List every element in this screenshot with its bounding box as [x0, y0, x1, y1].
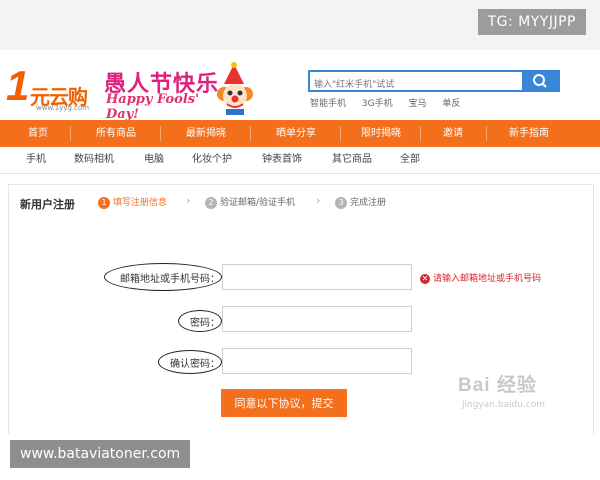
baidu-watermark-url: jingyan.baidu.com — [462, 400, 546, 410]
nav-divider — [420, 126, 421, 141]
nav-item-guide[interactable]: 新手指南 — [492, 120, 566, 147]
page-title: 新用户注册 — [20, 198, 75, 211]
step-label: 填写注册信息 — [113, 198, 168, 208]
nav-item-limited[interactable]: 限时揭晓 — [346, 120, 416, 147]
category-phones[interactable]: 手机 — [26, 147, 46, 173]
registration-steps — [8, 184, 594, 221]
hot-word[interactable]: 宝马 — [408, 99, 426, 109]
category-nav: 手机 数码相机 电脑 化妆个护 钟表首饰 其它商品 全部 — [0, 147, 600, 174]
password-label: 密码： — [190, 318, 220, 329]
category-cosmetics[interactable]: 化妆个护 — [192, 147, 232, 173]
step-2: 2 验证邮箱/验证手机 — [205, 195, 295, 209]
watermark-bottom: www.bataviatoner.com — [10, 440, 191, 468]
step-number: 1 — [98, 196, 110, 209]
step-3: 3 完成注册 — [335, 195, 386, 209]
error-text: 请输入邮箱地址或手机号码 — [433, 274, 542, 284]
step-number: 2 — [205, 196, 217, 209]
logo-url: www.1yyg.com — [36, 104, 90, 112]
category-computers[interactable]: 电脑 — [144, 147, 164, 173]
chevron-right-icon: › — [316, 194, 321, 207]
password-input[interactable] — [222, 306, 412, 332]
category-watches[interactable]: 钟表首饰 — [262, 147, 302, 173]
baidu-watermark: Bai 经验 jingyan.baidu.com — [458, 370, 568, 416]
hot-word[interactable]: 单反 — [442, 99, 460, 109]
nav-divider — [486, 126, 487, 141]
site-logo[interactable]: 1 元云购 www.1yyg.com — [6, 62, 96, 113]
step-1: 1 填写注册信息 — [98, 195, 167, 209]
account-error: ✕ 请输入邮箱地址或手机号码 — [420, 271, 541, 284]
search-input[interactable] — [310, 76, 518, 94]
nav-item-invite[interactable]: 邀请 — [424, 120, 482, 147]
nav-divider — [340, 126, 341, 141]
category-all[interactable]: 全部 — [400, 147, 420, 173]
confirm-password-label: 确认密码： — [170, 359, 220, 370]
category-others[interactable]: 其它商品 — [332, 147, 372, 173]
search-box — [308, 70, 522, 94]
watermark-top: TG: MYYJJPP — [477, 9, 586, 35]
account-label: 邮箱地址或手机号码： — [120, 274, 220, 285]
hot-word[interactable]: 3G手机 — [362, 99, 393, 109]
nav-item-all-products[interactable]: 所有商品 — [76, 120, 156, 147]
step-label: 验证邮箱/验证手机 — [220, 198, 296, 208]
nav-divider — [70, 126, 71, 141]
search-icon — [533, 74, 547, 88]
main-nav: 首页 所有商品 最新揭晓 晒单分享 限时揭晓 邀请 新手指南 — [0, 120, 600, 147]
category-cameras[interactable]: 数码相机 — [74, 147, 114, 173]
account-input[interactable] — [222, 264, 412, 290]
baidu-watermark-main: Bai 经验 — [458, 375, 537, 396]
step-label: 完成注册 — [350, 198, 387, 208]
nav-divider — [250, 126, 251, 141]
error-icon: ✕ — [420, 273, 430, 284]
nav-item-share[interactable]: 晒单分享 — [256, 120, 336, 147]
hot-word[interactable]: 智能手机 — [310, 99, 346, 109]
logo-numeral: 1 — [6, 62, 30, 109]
clown-icon — [217, 62, 253, 115]
step-number: 3 — [335, 196, 347, 209]
confirm-password-input[interactable] — [222, 348, 412, 374]
nav-item-home[interactable]: 首页 — [8, 120, 68, 147]
submit-button[interactable]: 同意以下协议，提交 — [221, 389, 347, 417]
hot-search-words: 智能手机 3G手机 宝马 单反 — [310, 96, 473, 109]
nav-divider — [160, 126, 161, 141]
search-button[interactable] — [522, 70, 560, 92]
chevron-right-icon: › — [186, 194, 191, 207]
nav-item-latest[interactable]: 最新揭晓 — [166, 120, 246, 147]
